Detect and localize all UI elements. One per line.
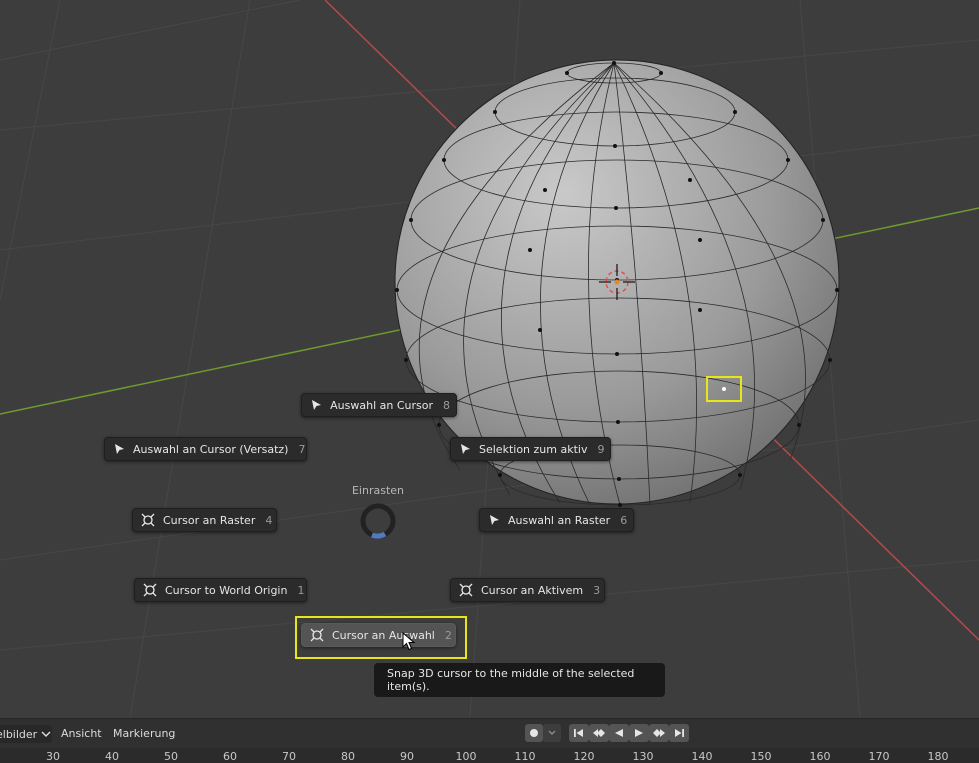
tooltip-text: Snap 3D cursor to the middle of the sele…: [387, 667, 635, 693]
next-keyframe-icon: [653, 729, 665, 737]
jump-to-keyframe-next-button[interactable]: [649, 724, 669, 742]
select-cursor-icon: [488, 512, 500, 528]
chevron-down-icon: [41, 731, 51, 737]
pie-item-selektion-zum-aktiv[interactable]: Selektion zum aktiv 9: [450, 437, 611, 461]
jump-to-end-button[interactable]: [669, 724, 689, 742]
prev-keyframe-icon: [593, 729, 605, 737]
3d-cursor-icon: [141, 512, 155, 528]
ruler-tick: 50: [164, 750, 178, 763]
editor-type-label: elbilder: [0, 727, 38, 741]
pie-direction-indicator: [360, 503, 396, 539]
ruler-tick: 70: [282, 750, 296, 763]
record-options-dropdown[interactable]: [543, 724, 561, 742]
ruler-tick: 100: [455, 750, 477, 763]
pie-item-label: Selektion zum aktiv: [479, 442, 588, 456]
pie-item-hotkey: 7: [298, 442, 306, 456]
pie-item-label: Cursor an Raster: [163, 513, 256, 527]
selected-vertex-highlight: [706, 376, 742, 402]
pie-item-hotkey: 1: [297, 583, 305, 597]
pie-item-hotkey: 9: [597, 442, 605, 456]
pie-item-cursor-an-raster[interactable]: Cursor an Raster 4: [132, 508, 277, 532]
menu-ansicht[interactable]: Ansicht: [61, 727, 102, 740]
3d-cursor-icon: [143, 582, 157, 598]
ruler-tick: 140: [691, 750, 713, 763]
jump-to-keyframe-prev-button[interactable]: [589, 724, 609, 742]
select-cursor-icon: [310, 397, 322, 413]
pie-item-cursor-an-aktivem[interactable]: Cursor an Aktivem 3: [450, 578, 605, 602]
viewport-grid: [0, 0, 979, 718]
3d-cursor-icon: [459, 582, 473, 598]
tooltip: Snap 3D cursor to the middle of the sele…: [374, 663, 665, 697]
pie-item-hotkey: 6: [620, 513, 628, 527]
ruler-tick: 180: [927, 750, 949, 763]
jump-start-icon: [574, 729, 583, 737]
hover-highlight-box: [295, 616, 467, 659]
ruler-tick: 30: [46, 750, 60, 763]
timeline-header: elbilder Ansicht Markierung: [0, 718, 979, 748]
pie-item-auswahl-an-cursor-versatz[interactable]: Auswahl an Cursor (Versatz) 7: [104, 437, 307, 461]
ruler-tick: 60: [223, 750, 237, 763]
jump-to-start-button[interactable]: [569, 724, 589, 742]
select-cursor-icon: [113, 441, 125, 457]
ruler-tick: 130: [632, 750, 654, 763]
play-reverse-button[interactable]: [609, 724, 629, 742]
pie-item-label: Auswahl an Cursor (Versatz): [133, 442, 289, 456]
record-button[interactable]: [525, 724, 543, 742]
ruler-tick: 40: [105, 750, 119, 763]
pie-item-hotkey: 8: [443, 398, 450, 412]
pie-item-auswahl-an-raster[interactable]: Auswahl an Raster 6: [479, 508, 634, 532]
ruler-tick: 120: [573, 750, 595, 763]
menu-markierung[interactable]: Markierung: [113, 727, 175, 740]
mouse-pointer-icon: [402, 632, 416, 651]
pie-item-hotkey: 3: [593, 583, 601, 597]
play-reverse-icon: [615, 729, 623, 737]
play-icon: [635, 729, 643, 737]
editor-type-dropdown[interactable]: elbilder: [0, 725, 52, 743]
ruler-tick: 90: [400, 750, 414, 763]
chevron-down-icon: [548, 730, 556, 735]
pie-item-cursor-to-world-origin[interactable]: Cursor to World Origin 1: [134, 578, 307, 602]
ruler-tick: 80: [341, 750, 355, 763]
pie-item-label: Auswahl an Cursor: [330, 398, 433, 412]
pie-item-hotkey: 4: [265, 513, 273, 527]
ruler-tick: 150: [750, 750, 772, 763]
record-icon: [530, 729, 538, 737]
select-cursor-icon: [459, 441, 471, 457]
3d-viewport[interactable]: Einrasten Auswahl an Cursor 8 Auswahl an…: [0, 0, 979, 718]
pie-item-label: Cursor to World Origin: [165, 583, 288, 597]
jump-end-icon: [675, 729, 684, 737]
play-button[interactable]: [629, 724, 649, 742]
pie-item-label: Auswahl an Raster: [508, 513, 611, 527]
pie-item-label: Cursor an Aktivem: [481, 583, 584, 597]
ruler-tick: 170: [868, 750, 890, 763]
ruler-tick: 160: [809, 750, 831, 763]
pie-item-auswahl-an-cursor[interactable]: Auswahl an Cursor 8: [301, 393, 457, 417]
timeline-ruler[interactable]: 30 40 50 60 70 80 90 100 110 120 130 140…: [0, 748, 979, 763]
ruler-tick: 110: [514, 750, 536, 763]
pie-menu-title: Einrasten: [351, 484, 405, 497]
